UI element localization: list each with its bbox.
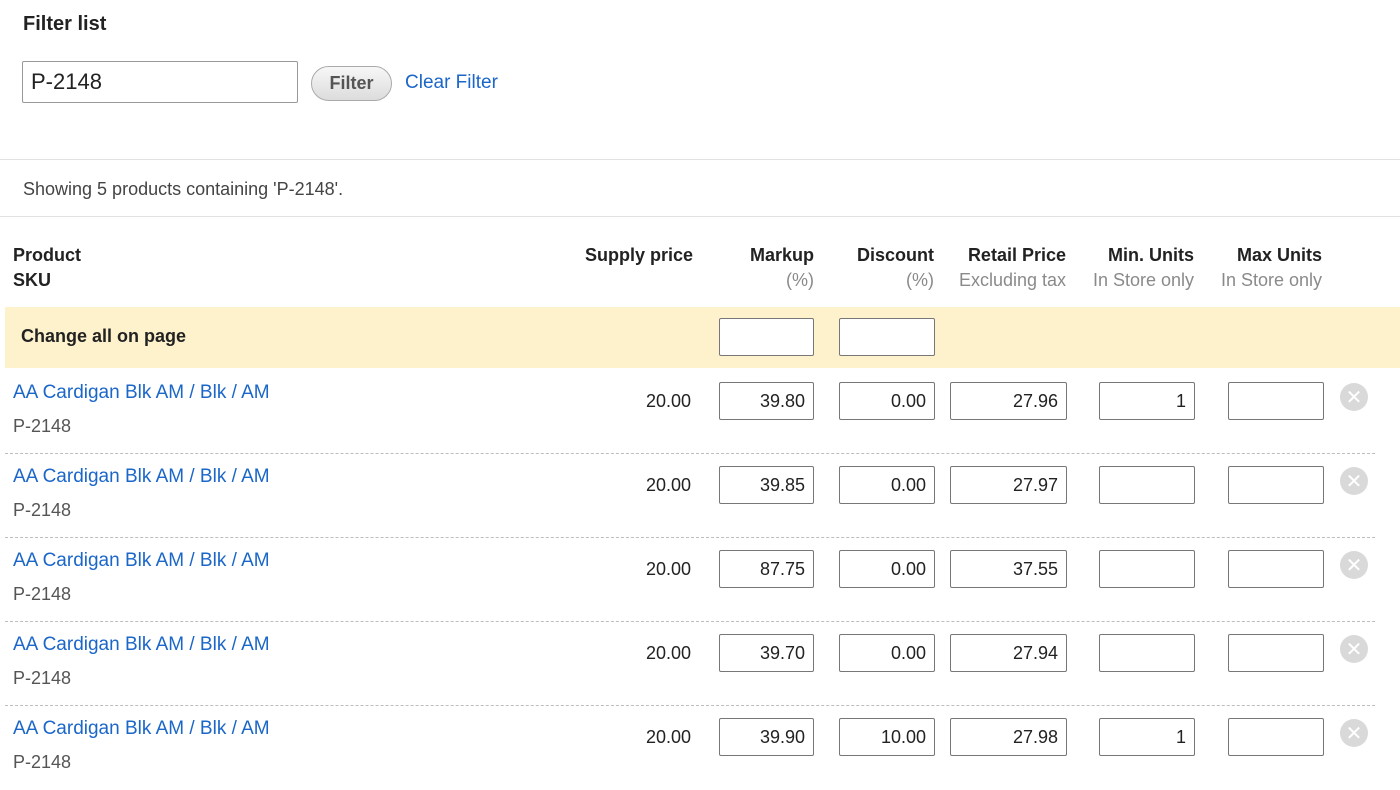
supply-price: 20.00 <box>645 391 691 411</box>
filter-input[interactable] <box>22 61 298 103</box>
header-retail-price: Retail Price Excluding tax <box>936 243 1066 293</box>
markup-input[interactable] <box>719 634 814 672</box>
discount-input[interactable] <box>839 382 935 420</box>
header-product-label: Product <box>13 245 82 265</box>
markup-input[interactable] <box>719 718 814 756</box>
header-product: Product SKU <box>13 243 81 293</box>
supply-price: 20.00 <box>645 475 691 495</box>
remove-circle-icon[interactable]: ✕ <box>1340 719 1368 747</box>
discount-input[interactable] <box>839 466 935 504</box>
remove-circle-icon[interactable]: ✕ <box>1340 551 1368 579</box>
retail-price-input[interactable] <box>950 550 1067 588</box>
divider <box>0 159 1400 160</box>
supply-price: 20.00 <box>645 643 691 663</box>
header-supply-price: Supply price <box>560 243 693 268</box>
max-units-input[interactable] <box>1228 382 1324 420</box>
product-name-link[interactable]: AA Cardigan Blk AM / Blk / AM <box>13 382 270 404</box>
table-row: AA Cardigan Blk AM / Blk / AM P-2148 20.… <box>0 621 1400 705</box>
header-retail-sub: Excluding tax <box>958 270 1066 290</box>
product-sku: P-2148 <box>13 668 72 688</box>
discount-input[interactable] <box>839 550 935 588</box>
min-units-input[interactable] <box>1099 550 1195 588</box>
status-text: Showing 5 products containing 'P-2148'. <box>23 179 344 199</box>
table-row: AA Cardigan Blk AM / Blk / AM P-2148 20.… <box>0 537 1400 621</box>
header-markup-label: Markup <box>749 245 814 265</box>
min-units-input[interactable] <box>1099 466 1195 504</box>
discount-input[interactable] <box>839 634 935 672</box>
header-markup-sub: (%) <box>786 270 814 290</box>
header-min-label: Min. Units <box>1108 245 1194 265</box>
product-sku: P-2148 <box>13 416 72 436</box>
remove-circle-icon[interactable]: ✕ <box>1340 467 1368 495</box>
header-markup: Markup (%) <box>700 243 814 293</box>
header-max-sub: In Store only <box>1220 270 1322 290</box>
header-max-units: Max Units In Store only <box>1200 243 1322 293</box>
filter-title: Filter list <box>23 13 107 35</box>
remove-circle-icon[interactable]: ✕ <box>1340 635 1368 663</box>
header-discount-sub: (%) <box>906 270 934 290</box>
max-units-input[interactable] <box>1228 634 1324 672</box>
markup-input[interactable] <box>719 550 814 588</box>
max-units-input[interactable] <box>1228 718 1324 756</box>
max-units-input[interactable] <box>1228 550 1324 588</box>
header-supply-label: Supply price <box>584 245 693 265</box>
min-units-input[interactable] <box>1099 634 1195 672</box>
header-min-units: Min. Units In Store only <box>1070 243 1194 293</box>
markup-input[interactable] <box>719 466 814 504</box>
product-name-link[interactable]: AA Cardigan Blk AM / Blk / AM <box>13 634 270 656</box>
table-row: AA Cardigan Blk AM / Blk / AM P-2148 20.… <box>0 369 1400 453</box>
product-sku: P-2148 <box>13 752 72 772</box>
clear-filter-link[interactable]: Clear Filter <box>405 72 498 94</box>
product-name-link[interactable]: AA Cardigan Blk AM / Blk / AM <box>13 466 270 488</box>
divider <box>0 216 1400 217</box>
retail-price-input[interactable] <box>950 718 1067 756</box>
supply-price: 20.00 <box>645 559 691 579</box>
min-units-input[interactable] <box>1099 382 1195 420</box>
filter-button[interactable]: Filter <box>311 66 392 101</box>
product-sku: P-2148 <box>13 500 72 520</box>
discount-input[interactable] <box>839 718 935 756</box>
product-name-link[interactable]: AA Cardigan Blk AM / Blk / AM <box>13 550 270 572</box>
header-discount-label: Discount <box>856 245 934 265</box>
min-units-input[interactable] <box>1099 718 1195 756</box>
max-units-input[interactable] <box>1228 466 1324 504</box>
markup-input[interactable] <box>719 382 814 420</box>
table-row: AA Cardigan Blk AM / Blk / AM P-2148 20.… <box>0 705 1400 789</box>
change-all-row <box>5 307 1400 368</box>
product-sku: P-2148 <box>13 584 72 604</box>
change-all-markup-input[interactable] <box>719 318 814 356</box>
retail-price-input[interactable] <box>950 634 1067 672</box>
header-max-label: Max Units <box>1236 245 1322 265</box>
header-sku-label: SKU <box>13 270 52 290</box>
header-retail-label: Retail Price <box>967 245 1066 265</box>
header-discount: Discount (%) <box>820 243 934 293</box>
supply-price: 20.00 <box>645 727 691 747</box>
change-all-discount-input[interactable] <box>839 318 935 356</box>
header-min-sub: In Store only <box>1092 270 1194 290</box>
retail-price-input[interactable] <box>950 466 1067 504</box>
retail-price-input[interactable] <box>950 382 1067 420</box>
remove-circle-icon[interactable]: ✕ <box>1340 383 1368 411</box>
change-all-label: Change all on page <box>21 326 187 346</box>
product-name-link[interactable]: AA Cardigan Blk AM / Blk / AM <box>13 718 270 740</box>
table-row: AA Cardigan Blk AM / Blk / AM P-2148 20.… <box>0 453 1400 537</box>
